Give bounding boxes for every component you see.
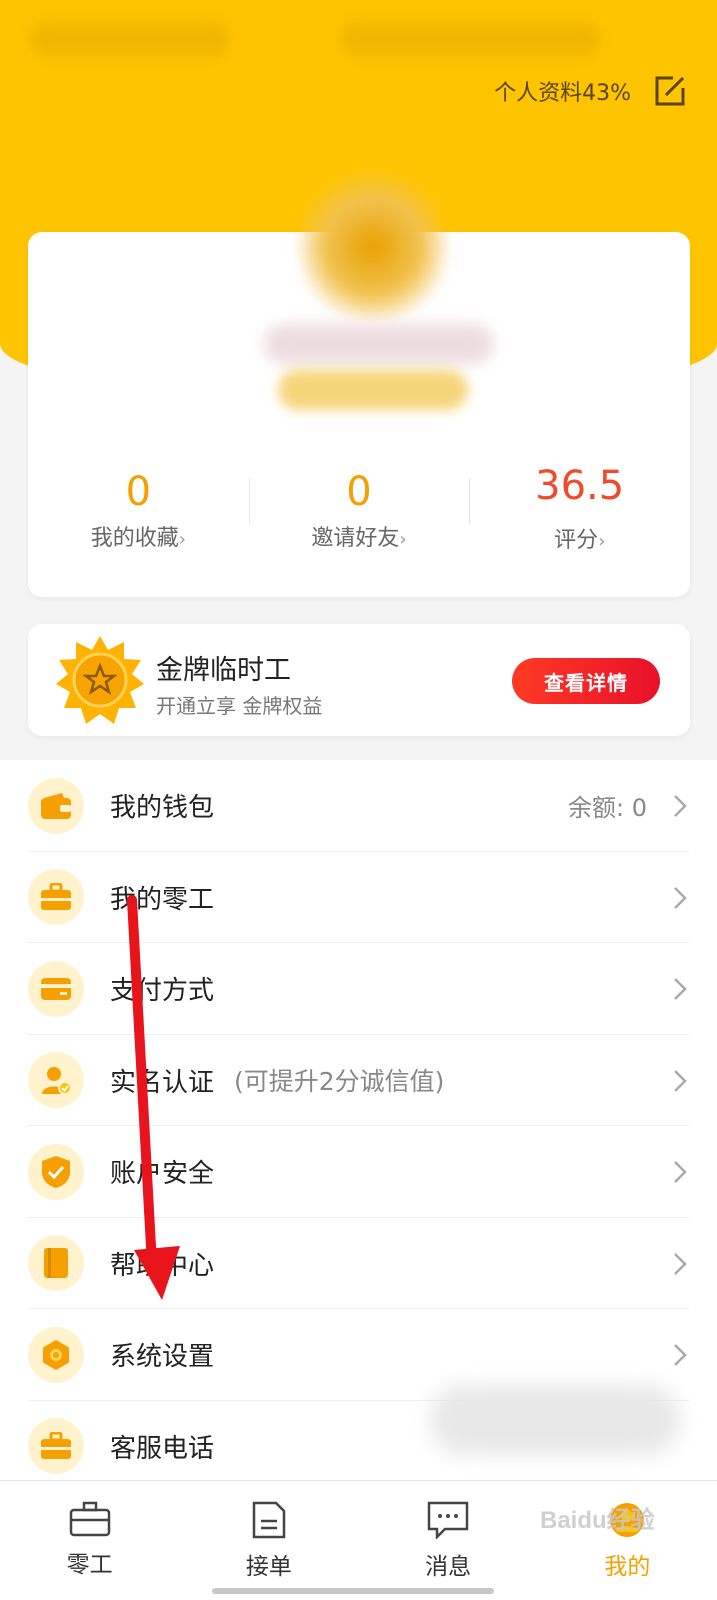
tab-messages[interactable]: 消息 — [359, 1481, 538, 1600]
tab-label: 接单 — [245, 1554, 292, 1580]
menu-item-label: 我的零工 — [110, 884, 215, 915]
menu-item-label: 帮助中心 — [110, 1250, 215, 1281]
stat-value: 0 — [346, 469, 372, 515]
menu-item-identity[interactable]: 实名认证 (可提升2分诚信值) — [0, 1035, 717, 1127]
menu-list: 我的钱包 余额: 0 我的零工 支付方式 实名认证 (可提升2分诚信值) 账户安… — [0, 760, 717, 1492]
stat-favorites[interactable]: 0 我的收藏› — [28, 468, 249, 568]
chevron-right-icon — [674, 1344, 687, 1366]
chevron-right-icon — [674, 795, 687, 817]
bottom-tab-bar: 零工 接单 消息 我的 — [0, 1480, 717, 1600]
settings-icon — [28, 1326, 84, 1383]
tab-gigs[interactable]: 零工 — [0, 1481, 179, 1600]
chat-icon — [427, 1501, 469, 1539]
stat-invite-friends[interactable]: 0 邀请好友› — [248, 468, 470, 568]
edit-icon[interactable] — [653, 74, 687, 108]
tab-label: 我的 — [604, 1554, 651, 1580]
gold-title: 金牌临时工 — [156, 655, 291, 686]
avatar[interactable] — [298, 172, 448, 322]
briefcase-icon — [28, 869, 84, 926]
chevron-right-icon — [674, 1161, 687, 1183]
chevron-right-icon: › — [178, 529, 186, 550]
document-icon — [252, 1501, 286, 1539]
status-bar-blur — [340, 22, 600, 56]
chevron-right-icon — [674, 886, 687, 909]
menu-item-label: 账户安全 — [110, 1159, 215, 1190]
stat-label: 评分 — [554, 528, 599, 553]
menu-item-hint: (可提升2分诚信值) — [234, 1067, 445, 1097]
gold-medal-icon — [56, 636, 144, 724]
wallet-balance: 余额: 0 — [568, 794, 647, 823]
wallet-icon — [28, 777, 84, 834]
tab-label: 零工 — [66, 1552, 113, 1578]
status-bar-blur — [30, 22, 230, 56]
chevron-right-icon — [674, 1069, 687, 1092]
book-icon — [28, 1235, 84, 1292]
menu-item-help-center[interactable]: 帮助中心 — [0, 1218, 717, 1310]
chevron-right-icon: › — [399, 529, 407, 550]
card-icon — [28, 960, 84, 1017]
stat-label: 我的收藏 — [90, 526, 179, 551]
menu-item-wallet[interactable]: 我的钱包 余额: 0 — [0, 760, 717, 852]
profile-card: 0 我的收藏› 0 邀请好友› 36.5 评分› — [28, 172, 690, 597]
menu-item-my-gigs[interactable]: 我的零工 — [0, 852, 717, 944]
user-badge-blurred — [278, 370, 468, 410]
stat-value: 0 — [125, 469, 152, 515]
shield-icon — [28, 1143, 84, 1200]
profile-completion[interactable]: 个人资料43% — [494, 74, 687, 108]
phone-briefcase-icon — [28, 1418, 84, 1475]
menu-item-label: 客服电话 — [110, 1433, 215, 1464]
chevron-right-icon — [674, 978, 687, 1000]
chevron-right-icon — [674, 1252, 687, 1275]
blurred-overlay — [430, 1385, 680, 1455]
tab-orders[interactable]: 接单 — [179, 1481, 358, 1600]
menu-item-label: 支付方式 — [110, 976, 215, 1007]
watermark: Baidu经验 — [540, 1507, 655, 1534]
stats-row: 0 我的收藏› 0 邀请好友› 36.5 评分› — [28, 463, 690, 568]
gold-worker-card[interactable]: 金牌临时工 开通立享 金牌权益 查看详情 — [28, 624, 690, 736]
user-name-blurred — [264, 324, 494, 364]
menu-item-account-security[interactable]: 账户安全 — [0, 1126, 717, 1218]
stat-rating[interactable]: 36.5 评分› — [469, 463, 690, 568]
tab-label: 消息 — [425, 1554, 472, 1580]
stat-label: 邀请好友 — [311, 526, 400, 551]
view-details-button[interactable]: 查看详情 — [512, 658, 660, 704]
id-verify-icon — [28, 1052, 84, 1109]
menu-item-payment[interactable]: 支付方式 — [0, 943, 717, 1035]
menu-item-label: 我的钱包 — [110, 793, 215, 824]
gold-subtitle: 开通立享 金牌权益 — [156, 694, 323, 718]
chevron-right-icon: › — [598, 531, 606, 552]
briefcase-icon — [69, 1501, 110, 1537]
stat-value: 36.5 — [535, 463, 625, 509]
home-indicator — [212, 1588, 494, 1594]
profile-completion-text: 个人资料43% — [494, 81, 631, 106]
tab-mine[interactable]: 我的 — [538, 1481, 717, 1600]
menu-item-label: 实名认证 — [110, 1067, 215, 1098]
menu-item-label: 系统设置 — [110, 1342, 215, 1373]
